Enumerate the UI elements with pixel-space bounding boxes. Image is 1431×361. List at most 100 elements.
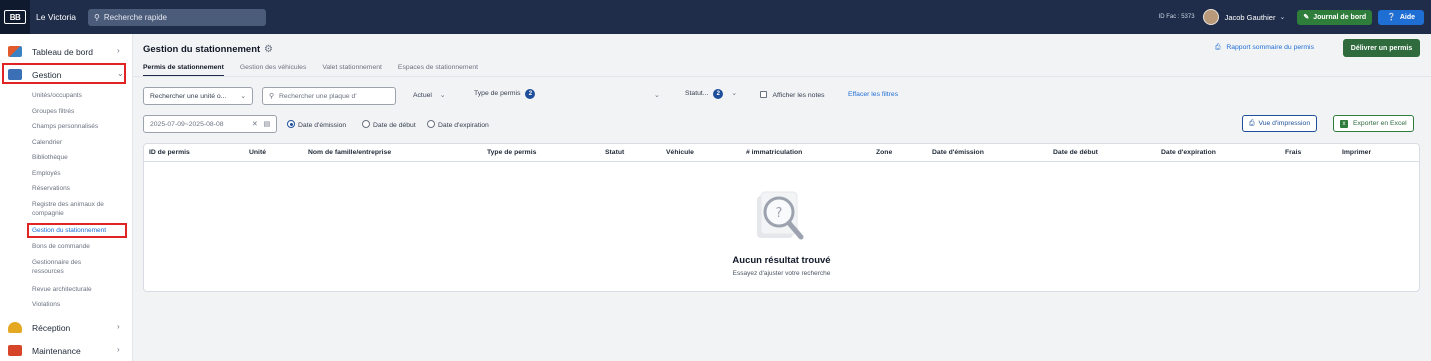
radio-icon	[362, 120, 370, 128]
plate-search-placeholder: Rechercher une plaque d'	[278, 92, 357, 100]
sidebar-subitem-groupes[interactable]: Groupes filtrés	[32, 108, 74, 116]
building-icon	[8, 69, 22, 80]
sidebar-subitem-violations[interactable]: Violations	[32, 301, 60, 309]
col-header[interactable]: Frais	[1285, 149, 1301, 156]
status-filter[interactable]: Statut... 2 ⌄	[685, 89, 737, 99]
search-icon: ⚲	[269, 93, 274, 100]
help-button-label: Aide	[1399, 13, 1415, 21]
col-header[interactable]: Imprimer	[1342, 149, 1371, 156]
sidebar-subitem-unites[interactable]: Unités/occupants	[32, 92, 82, 100]
col-header[interactable]: Nom de famille/entreprise	[308, 149, 391, 156]
id-fac-label: ID Fac : 5373	[1158, 14, 1195, 20]
radio-date-start[interactable]: Date de début	[362, 120, 416, 129]
empty-state-title: Aucun résultat trouvé	[732, 255, 831, 266]
sidebar-item-label: Réception	[32, 322, 71, 333]
deliver-permit-button[interactable]: Délivrer un permis	[1343, 39, 1420, 57]
avatar[interactable]	[1202, 9, 1219, 25]
calendar-icon[interactable]: ▤	[264, 120, 270, 128]
unit-select-value: Rechercher une unité o...	[150, 92, 227, 100]
svg-text:?: ?	[776, 206, 783, 221]
export-excel-button[interactable]: x Exporter en Excel	[1333, 115, 1414, 132]
chevron-right-icon[interactable]: ›	[117, 46, 120, 55]
quick-search-input[interactable]: ⚲ Recherche rapide	[88, 8, 266, 26]
empty-state-subtitle: Essayez d'ajuster votre recherche	[732, 270, 831, 277]
clear-icon[interactable]: ✕	[252, 120, 258, 128]
radio-date-issue[interactable]: Date d'émission	[287, 120, 346, 129]
gear-icon[interactable]: ⚙	[264, 44, 273, 55]
radio-date-issue-label: Date d'émission	[298, 122, 347, 129]
permit-type-filter[interactable]: Type de permis 2	[474, 89, 536, 99]
col-header[interactable]: Type de permis	[487, 149, 536, 156]
col-header[interactable]: Véhicule	[666, 149, 694, 156]
permits-table: ID de permis Unité Nom de famille/entrep…	[143, 143, 1420, 292]
clear-filters-link[interactable]: Effacer les filtres	[848, 91, 898, 98]
sidebar-item-gestion[interactable]: Gestion	[8, 69, 61, 80]
journal-button[interactable]: ✎ Journal de bord	[1297, 9, 1373, 25]
unit-select[interactable]: Rechercher une unité o... ⌄	[143, 87, 253, 105]
sidebar-subitem-calendrier[interactable]: Calendrier	[32, 139, 62, 147]
report-link[interactable]: ⎙ Rapport sommaire du permis	[1215, 44, 1314, 52]
radio-selected-icon	[287, 120, 295, 128]
journal-button-label: Journal de bord	[1313, 13, 1367, 21]
logo-icon: BB	[4, 10, 26, 24]
sidebar-subitem-bibliotheque[interactable]: Bibliothèque	[32, 154, 68, 162]
status-count-badge: 2	[713, 89, 724, 99]
radio-date-start-label: Date de début	[373, 122, 416, 129]
house-icon	[8, 46, 22, 57]
sidebar-subitem-champs[interactable]: Champs personnalisés	[32, 123, 98, 131]
page-title: Gestion du stationnement	[143, 44, 261, 55]
radio-date-expiry-label: Date d'expiration	[438, 122, 489, 129]
col-header[interactable]: Statut	[605, 149, 624, 156]
col-header[interactable]: Date d'expiration	[1161, 149, 1216, 156]
user-name[interactable]: Jacob Gauthier	[1225, 13, 1276, 22]
show-notes-checkbox[interactable]: Afficher les notes	[760, 91, 825, 99]
printer-icon: ⎙	[1215, 44, 1221, 51]
col-header[interactable]: Unité	[249, 149, 266, 156]
sidebar-subitem-ressources-line2[interactable]: ressources	[32, 268, 64, 276]
sidebar-subitem-ressources[interactable]: Gestionnaire des	[32, 259, 81, 267]
current-filter-label: Actuel	[413, 92, 432, 99]
truck-icon	[8, 345, 22, 356]
radio-date-expiry[interactable]: Date d'expiration	[427, 120, 489, 129]
sidebar-subitem-stationnement[interactable]: Gestion du stationnement	[32, 227, 106, 235]
top-bar: BB Le Victoria ⚲ Recherche rapide ID Fac…	[0, 0, 1431, 34]
sidebar-subitem-registre[interactable]: Registre des animaux de	[32, 201, 104, 209]
sidebar-item-maintenance[interactable]: Maintenance	[8, 345, 81, 356]
chevron-down-icon[interactable]: ⌄	[654, 91, 660, 99]
sidebar-item-label: Tableau de bord	[32, 46, 93, 57]
app-logo[interactable]: BB	[0, 0, 30, 34]
sidebar-subitem-bons[interactable]: Bons de commande	[32, 243, 90, 251]
chevron-down-icon[interactable]: ⌄	[117, 69, 124, 78]
col-header[interactable]: Zone	[876, 149, 892, 156]
date-range-input[interactable]: 2025-07-09~2025-08-08 ✕ ▤	[143, 115, 277, 133]
sidebar-item-reception[interactable]: Réception	[8, 322, 70, 333]
col-header[interactable]: Date d'émission	[932, 149, 984, 156]
current-filter[interactable]: Actuel ⌄	[413, 91, 445, 99]
export-excel-label: Exporter en Excel	[1353, 120, 1407, 127]
sidebar-subitem-reservations[interactable]: Réservations	[32, 185, 70, 193]
col-header[interactable]: ID de permis	[149, 149, 190, 156]
chevron-down-icon: ⌄	[439, 92, 446, 99]
col-header[interactable]: Date de début	[1053, 149, 1098, 156]
status-filter-label: Statut...	[685, 90, 709, 97]
sidebar-subitem-employes[interactable]: Employés	[32, 170, 61, 178]
quick-search-placeholder: Recherche rapide	[103, 12, 168, 22]
sidebar-subitem-revue[interactable]: Revue architecturale	[32, 286, 92, 294]
sidebar-subitem-registre-line2[interactable]: compagnie	[32, 210, 64, 218]
chevron-right-icon[interactable]: ›	[117, 322, 120, 331]
permit-type-count-badge: 2	[525, 89, 536, 99]
sidebar-item-label: Gestion	[32, 69, 62, 80]
print-view-label: Vue d'impression	[1258, 120, 1311, 127]
sidebar-item-tableau[interactable]: Tableau de bord	[8, 46, 93, 57]
permit-type-label: Type de permis	[474, 90, 521, 97]
chevron-right-icon[interactable]: ›	[117, 345, 120, 354]
chevron-down-icon[interactable]: ⌄	[1279, 13, 1285, 21]
print-view-button[interactable]: ⎙ Vue d'impression	[1242, 115, 1318, 132]
col-header[interactable]: # immatriculation	[746, 149, 802, 156]
help-button[interactable]: ❔ Aide	[1378, 9, 1424, 25]
tabs-divider	[133, 76, 1431, 77]
bell-icon	[8, 322, 22, 333]
empty-search-icon: ?	[757, 191, 804, 240]
plate-search-input[interactable]: ⚲ Rechercher une plaque d'	[262, 87, 396, 105]
app-name: Le Victoria	[36, 12, 77, 22]
